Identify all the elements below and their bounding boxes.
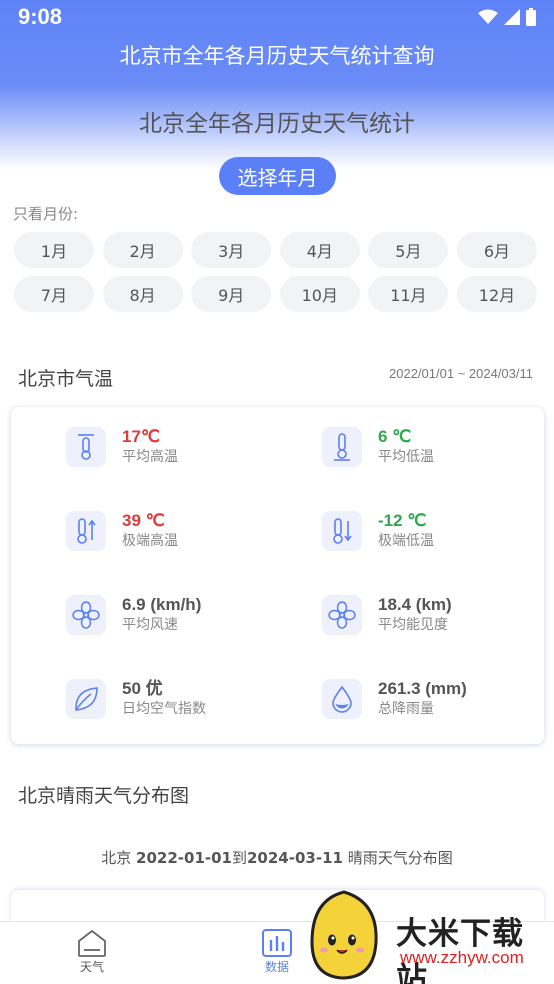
stat-value: 39 ℃ [122,511,165,530]
app-title: 北京市全年各月历史天气统计查询 [119,44,435,68]
stat-label: 平均风速 [122,617,178,633]
bar-chart-icon [262,929,292,957]
month-chip-12[interactable]: 12月 [456,276,537,312]
stat-avg-wind: 6.9 (km/h) 平均风速 [66,595,201,635]
stat-value: 17℃ [122,427,161,446]
signal-icon [504,9,520,25]
thermometer-icon [322,427,362,467]
watermark-brand: 大米下载站 [396,916,524,984]
watermark: 大米下载站 www.zzhyw.com [300,886,554,984]
weather-chart-caption: 北京 2022-01-01到2024-03-11 晴雨天气分布图 [0,847,554,868]
stat-value: 261.3 (mm) [378,679,467,698]
caption-start-date: 2022-01-01 [136,849,232,867]
nav-label-weather: 天气 [79,960,104,974]
stat-avg-high: 17℃ 平均高温 [66,427,178,467]
battery-icon [526,8,536,26]
stat-label: 日均空气指数 [122,701,206,717]
stat-aqi: 50 优 日均空气指数 [66,679,206,719]
stat-value: 18.4 (km) [378,595,452,614]
nav-item-weather[interactable]: 天气 [62,928,122,975]
home-icon [78,930,106,957]
stat-avg-low: 6 ℃ 平均低温 [322,427,434,467]
mascot-logo-icon [310,890,378,980]
status-bar: 9:08 [0,0,554,34]
stat-label: 总降雨量 [378,701,434,717]
stat-extreme-high: 39 ℃ 极端高温 [66,511,178,551]
stat-value: 6 ℃ [378,427,412,446]
thermometer-up-icon [66,511,106,551]
stat-avg-visibility: 18.4 (km) 平均能见度 [322,595,452,635]
wifi-icon [478,9,498,24]
month-chip-3[interactable]: 3月 [191,232,272,268]
thermometer-down-icon [322,511,362,551]
stat-rainfall: 261.3 (mm) 总降雨量 [322,679,467,719]
fan-icon [66,595,106,635]
caption-to: 到 [231,849,247,867]
stat-label: 平均低温 [378,449,434,465]
month-chip-6[interactable]: 6月 [456,232,537,268]
month-chip-5[interactable]: 5月 [368,232,449,268]
month-chip-9[interactable]: 9月 [191,276,272,312]
watermark-url: www.zzhyw.com [400,948,524,967]
caption-city: 北京 [101,849,137,867]
water-drop-icon [322,679,362,719]
leaf-icon [66,679,106,719]
select-year-month-button[interactable]: 选择年月 [219,157,336,195]
month-chip-1[interactable]: 1月 [14,232,94,268]
stat-value: 6.9 (km/h) [122,595,202,614]
temperature-section-title: 北京市气温 [18,368,114,390]
stat-extreme-low: -12 ℃ 极端低温 [322,511,434,551]
month-chip-11[interactable]: 11月 [368,276,449,312]
stat-label: 极端低温 [378,533,434,549]
month-chip-4[interactable]: 4月 [279,232,360,268]
stat-label: 平均能见度 [378,617,448,633]
stat-label: 平均高温 [122,449,178,465]
fan-icon [322,595,362,635]
month-chip-2[interactable]: 2月 [102,232,183,268]
stat-label: 极端高温 [122,533,178,549]
nav-label-data: 数据 [264,960,289,974]
month-filter: 1月 2月 3月 4月 5月 6月 7月 8月 9月 10月 11月 12月 [14,232,540,312]
thermometer-icon [66,427,106,467]
status-icons [478,8,536,26]
stats-card: 17℃ 平均高温 6 ℃ 平均低温 39 ℃ 极端高温 -12 ℃ 极端低温 6… [11,407,544,744]
caption-end-date: 2024-03-11 [247,849,343,867]
page-title: 北京全年各月历史天气统计 [139,111,415,137]
month-chip-8[interactable]: 8月 [102,276,183,312]
weather-section-title: 北京晴雨天气分布图 [18,785,190,807]
nav-item-data[interactable]: 数据 [247,928,307,975]
month-filter-label: 只看月份: [13,205,79,223]
caption-suffix: 晴雨天气分布图 [342,849,453,867]
date-range: 2022/01/01 ~ 2024/03/11 [389,366,533,381]
stat-value: -12 ℃ [378,511,427,530]
month-chip-7[interactable]: 7月 [14,276,94,312]
month-chip-10[interactable]: 10月 [279,276,360,312]
status-time: 9:08 [18,4,63,29]
stat-value: 50 优 [122,679,163,698]
